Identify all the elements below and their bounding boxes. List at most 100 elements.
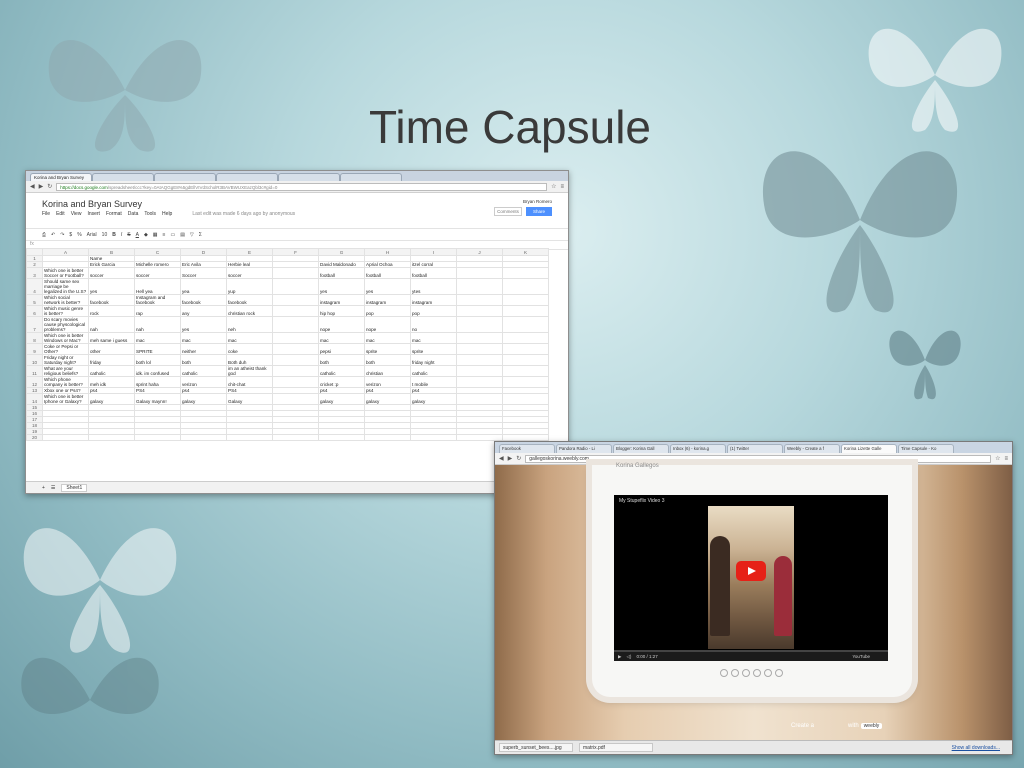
download-item[interactable]: superb_sunset_bees....jpg — [499, 743, 573, 752]
column-header[interactable]: F — [272, 248, 319, 256]
cell[interactable]: facebook — [180, 294, 227, 306]
video-player[interactable]: My Stupeflix Video 3 ▶ ◁) 0:00 / 1:27 Yo… — [614, 495, 888, 661]
back-icon[interactable]: ◀ — [30, 183, 35, 190]
column-header[interactable]: J — [456, 248, 503, 256]
cell[interactable]: Soccer — [180, 267, 227, 279]
cell[interactable]: Which music genre is better? — [42, 305, 89, 317]
cell[interactable]: both — [318, 354, 365, 366]
cell[interactable] — [502, 343, 549, 355]
percent-icon[interactable]: % — [77, 232, 81, 238]
cell[interactable]: galaxy — [410, 393, 457, 405]
cell[interactable]: galaxy — [364, 393, 411, 405]
text-color-icon[interactable]: A — [136, 232, 139, 238]
corner-cell[interactable] — [26, 248, 43, 256]
cell[interactable]: Do scary movies cause physcological prob… — [42, 316, 89, 333]
cell[interactable]: yup — [226, 278, 273, 295]
column-header[interactable]: I — [410, 248, 457, 256]
row-header[interactable]: 8 — [26, 332, 43, 344]
row-header[interactable]: 11 — [26, 365, 43, 377]
cell[interactable]: meh same i guess — [88, 332, 135, 344]
cell[interactable] — [272, 278, 319, 295]
show-all-downloads-link[interactable]: Show all downloads... — [952, 745, 1000, 751]
cell[interactable]: verizon — [364, 376, 411, 388]
menu-icon[interactable]: ≡ — [1004, 456, 1008, 462]
cell[interactable] — [456, 365, 503, 377]
row-header[interactable]: 10 — [26, 354, 43, 366]
menu-data[interactable]: Data — [128, 211, 139, 217]
cell[interactable]: instagram — [364, 294, 411, 306]
sheet-list-icon[interactable]: ☰ — [51, 485, 55, 491]
borders-icon[interactable]: ▦ — [153, 232, 158, 238]
cell[interactable]: Which one is better Iphone or Galaxy? — [42, 393, 89, 405]
browser-tab[interactable]: Weebly - Create a f — [784, 444, 840, 453]
cell[interactable]: yes — [180, 316, 227, 333]
italic-icon[interactable]: I — [121, 232, 122, 238]
column-header[interactable]: C — [134, 248, 181, 256]
cell[interactable] — [502, 354, 549, 366]
cell[interactable]: nah — [134, 316, 181, 333]
cell[interactable] — [42, 434, 89, 441]
cell[interactable]: sprint haha — [134, 376, 181, 388]
row-header[interactable]: 20 — [26, 434, 43, 441]
browser-tab[interactable]: Inbox (6) - korina.g — [670, 444, 726, 453]
cell[interactable] — [272, 294, 319, 306]
cell[interactable]: yes — [364, 278, 411, 295]
align-icon[interactable]: ≡ — [163, 232, 166, 238]
cell[interactable] — [456, 434, 503, 441]
cell[interactable]: Coke or Pepsi or Other? — [42, 343, 89, 355]
cell[interactable]: nope — [364, 316, 411, 333]
browser-tab[interactable] — [278, 173, 340, 181]
column-header[interactable]: G — [318, 248, 365, 256]
url-field[interactable]: https://docs.google.com/spreadsheet/ccc?… — [56, 182, 548, 191]
cell[interactable]: football — [318, 267, 365, 279]
back-icon[interactable]: ◀ — [499, 455, 504, 462]
cell[interactable]: other — [88, 343, 135, 355]
cell[interactable] — [272, 305, 319, 317]
column-header[interactable]: E — [226, 248, 273, 256]
cell[interactable]: SPRITE — [134, 343, 181, 355]
cell[interactable]: Which social network is better? — [42, 294, 89, 306]
forward-icon[interactable]: ▶ — [39, 183, 44, 190]
cell[interactable]: mac — [318, 332, 365, 344]
menu-help[interactable]: Help — [162, 211, 172, 217]
cell[interactable]: cricket :p — [318, 376, 365, 388]
cell[interactable]: any — [180, 305, 227, 317]
row-header[interactable]: 14 — [26, 393, 43, 405]
row-header[interactable]: 4 — [26, 278, 43, 295]
cell[interactable]: rock — [88, 305, 135, 317]
cell[interactable] — [502, 278, 549, 295]
cell[interactable]: meh idk — [88, 376, 135, 388]
strikethrough-icon[interactable]: S — [127, 232, 130, 238]
cell[interactable] — [502, 434, 549, 441]
share-button[interactable]: Share — [526, 207, 552, 216]
cell[interactable]: yes — [318, 278, 365, 295]
cell[interactable]: both — [180, 354, 227, 366]
cell[interactable] — [456, 376, 503, 388]
cell[interactable] — [226, 434, 273, 441]
column-header[interactable]: A — [42, 248, 89, 256]
cell[interactable]: galaxy — [318, 393, 365, 405]
cell[interactable]: football — [410, 267, 457, 279]
cell[interactable] — [410, 434, 457, 441]
cell[interactable] — [456, 316, 503, 333]
cell[interactable] — [272, 354, 319, 366]
cell[interactable]: catholic — [410, 365, 457, 377]
row-header[interactable]: 7 — [26, 316, 43, 333]
cell[interactable] — [318, 434, 365, 441]
cell[interactable]: Which one is better Windows or Mac? — [42, 332, 89, 344]
comments-button[interactable]: Comments — [494, 207, 522, 216]
font-select[interactable]: Arial — [87, 232, 97, 238]
cell[interactable]: friday — [88, 354, 135, 366]
reload-icon[interactable]: ↻ — [516, 455, 521, 462]
cell[interactable]: sprite — [364, 343, 411, 355]
cell[interactable]: christian rock — [226, 305, 273, 317]
cell[interactable]: Galaxy maynn! — [134, 393, 181, 405]
cell[interactable] — [456, 294, 503, 306]
cell[interactable]: neither — [180, 343, 227, 355]
menu-edit[interactable]: Edit — [56, 211, 65, 217]
browser-tab[interactable] — [92, 173, 154, 181]
cell[interactable]: pop — [410, 305, 457, 317]
volume-icon[interactable]: ◁) — [626, 654, 631, 660]
cell[interactable]: galaxy — [180, 393, 227, 405]
cell[interactable]: mac — [410, 332, 457, 344]
